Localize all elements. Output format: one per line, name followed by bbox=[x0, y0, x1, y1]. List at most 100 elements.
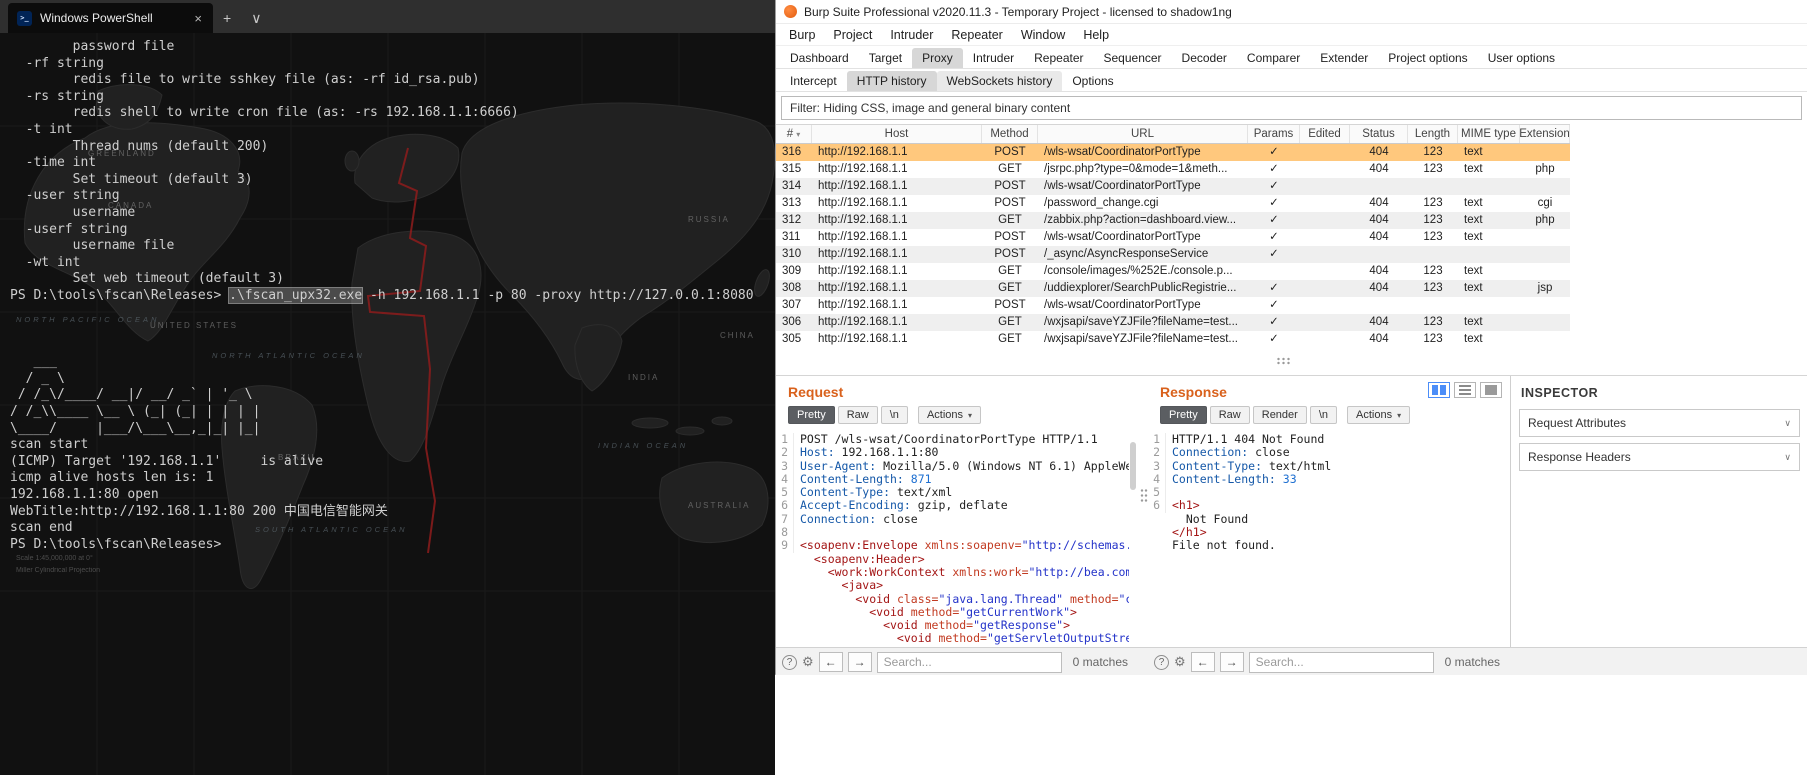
tab-sequencer[interactable]: Sequencer bbox=[1094, 48, 1172, 68]
tab-dashboard[interactable]: Dashboard bbox=[780, 48, 859, 68]
tab-dropdown-icon[interactable]: ∨ bbox=[241, 3, 271, 33]
subtab-intercept[interactable]: Intercept bbox=[780, 71, 847, 91]
cell-url: /wls-wsat/CoordinatorPortType bbox=[1044, 180, 1201, 192]
sort-icon: ▾ bbox=[796, 129, 801, 139]
tab-comparer[interactable]: Comparer bbox=[1237, 48, 1310, 68]
cell-status bbox=[1350, 297, 1408, 314]
tab-target[interactable]: Target bbox=[859, 48, 912, 68]
help-icon[interactable]: ? bbox=[1154, 654, 1169, 670]
history-row-313[interactable]: 313 http://192.168.1.1 POST/password_chang… bbox=[776, 195, 1570, 212]
layout-single-button[interactable] bbox=[1480, 382, 1502, 398]
settings-gear-icon[interactable]: ⚙ bbox=[802, 654, 814, 670]
tab-project-options[interactable]: Project options bbox=[1378, 48, 1477, 68]
cell-edited bbox=[1300, 161, 1350, 178]
search-prev-button[interactable]: ← bbox=[818, 652, 843, 672]
inspector-section-response-headers[interactable]: Response Headers ∨ bbox=[1519, 443, 1800, 471]
editor-tab-pretty[interactable]: Pretty bbox=[1160, 406, 1207, 424]
search-next-button[interactable]: → bbox=[1219, 652, 1244, 672]
column-header-id[interactable]: # ▾ bbox=[776, 125, 812, 143]
column-header-host[interactable]: Host bbox=[812, 125, 982, 143]
column-header-length[interactable]: Length bbox=[1408, 125, 1458, 143]
inspector-sections: Request Attributes ∨ Response Headers ∨ bbox=[1511, 409, 1807, 471]
history-row-315[interactable]: 315 http://192.168.1.1 GET/jsrpc.php?type=… bbox=[776, 161, 1570, 178]
terminal-line: Set timeout (default 3) bbox=[10, 171, 253, 187]
menu-window[interactable]: Window bbox=[1012, 28, 1074, 42]
editor-tab-raw[interactable]: Raw bbox=[1209, 406, 1250, 424]
column-header-edited[interactable]: Edited bbox=[1300, 125, 1350, 143]
column-header-ext[interactable]: Extension bbox=[1520, 125, 1570, 143]
history-row-309[interactable]: 309 http://192.168.1.1 GET/console/images/… bbox=[776, 263, 1570, 280]
cell-length: 123 bbox=[1423, 265, 1443, 277]
cell-mime: text bbox=[1464, 333, 1483, 345]
new-tab-icon[interactable]: + bbox=[213, 3, 241, 33]
tab-user-options[interactable]: User options bbox=[1478, 48, 1565, 68]
column-header-mime[interactable]: MIME type bbox=[1458, 125, 1520, 143]
inspector-section-request-attributes[interactable]: Request Attributes ∨ bbox=[1519, 409, 1800, 437]
code-line: <void method="getServletOutputStre bbox=[800, 631, 1129, 645]
column-header-url[interactable]: URL bbox=[1038, 125, 1248, 143]
history-row-307[interactable]: 307 http://192.168.1.1 POST/wls-wsat/Coord… bbox=[776, 297, 1570, 314]
filter-wrap: Filter: Hiding CSS, image and general bi… bbox=[776, 92, 1807, 124]
layout-columns-button[interactable] bbox=[1428, 382, 1450, 398]
help-icon[interactable]: ? bbox=[782, 654, 797, 670]
subtab-options[interactable]: Options bbox=[1062, 71, 1123, 91]
editor-tab-raw[interactable]: Raw bbox=[837, 406, 878, 424]
menu-project[interactable]: Project bbox=[824, 28, 881, 42]
subtab-websockets-history[interactable]: WebSockets history bbox=[936, 71, 1063, 91]
tab-extender[interactable]: Extender bbox=[1310, 48, 1378, 68]
response-editor[interactable]: 1 HTTP/1.1 404 Not Found 2 Connection: clos… bbox=[1148, 433, 1501, 645]
response-search-input[interactable] bbox=[1248, 651, 1434, 673]
close-tab-icon[interactable]: × bbox=[192, 11, 204, 26]
layout-rows-button[interactable] bbox=[1454, 382, 1476, 398]
vertical-splitter-handle[interactable] bbox=[1140, 488, 1148, 504]
column-header-method[interactable]: Method bbox=[982, 125, 1038, 143]
search-next-button[interactable]: → bbox=[847, 652, 872, 672]
terminal-body[interactable]: GREENLAND CANADA RUSSIA UNITED STATES CHINA I… bbox=[0, 33, 775, 775]
request-scrollbar-thumb[interactable] bbox=[1130, 442, 1136, 490]
history-row-308[interactable]: 308 http://192.168.1.1 GET/uddiexplorer/Se… bbox=[776, 280, 1570, 297]
cell-length bbox=[1408, 246, 1458, 263]
tab-repeater[interactable]: Repeater bbox=[1024, 48, 1093, 68]
cell-ext bbox=[1520, 144, 1570, 161]
menu-intruder[interactable]: Intruder bbox=[881, 28, 942, 42]
code-line: <work:WorkContext xmlns:work="http://bea… bbox=[800, 564, 1129, 579]
history-row-312[interactable]: 312 http://192.168.1.1 GET/zabbix.php?acti… bbox=[776, 212, 1570, 229]
cell-length: 123 bbox=[1423, 163, 1443, 175]
editor-tab-pretty[interactable]: Pretty bbox=[788, 406, 835, 424]
tab-intruder[interactable]: Intruder bbox=[963, 48, 1024, 68]
editor-tab-n[interactable]: \n bbox=[880, 406, 908, 424]
history-table-header: # ▾ Host Method URL Params Edited Status Length M… bbox=[776, 124, 1570, 144]
cell-id: 306 bbox=[782, 316, 802, 328]
cell-ext bbox=[1520, 297, 1570, 314]
cell-host: http://192.168.1.1 bbox=[818, 316, 908, 328]
column-header-params[interactable]: Params bbox=[1248, 125, 1300, 143]
cell-id: 308 bbox=[782, 282, 802, 294]
response-actions-button[interactable]: Actions ▾ bbox=[1347, 406, 1411, 424]
code-line: <java> bbox=[800, 578, 884, 593]
history-row-311[interactable]: 311 http://192.168.1.1 POST/wls-wsat/Coord… bbox=[776, 229, 1570, 246]
history-row-314[interactable]: 314 http://192.168.1.1 POST/wls-wsat/Coord… bbox=[776, 178, 1570, 195]
terminal-tab[interactable]: >_ Windows PowerShell × bbox=[8, 3, 213, 33]
menu-help[interactable]: Help bbox=[1074, 28, 1118, 42]
menu-burp[interactable]: Burp bbox=[780, 28, 824, 42]
editor-tab-render[interactable]: Render bbox=[1252, 406, 1307, 424]
filter-bar[interactable]: Filter: Hiding CSS, image and general bi… bbox=[781, 96, 1802, 120]
cell-id: 305 bbox=[782, 333, 802, 345]
history-row-316[interactable]: 316 http://192.168.1.1 POST/wls-wsat/Coord… bbox=[776, 144, 1570, 161]
request-search-input[interactable] bbox=[876, 651, 1062, 673]
tab-decoder[interactable]: Decoder bbox=[1172, 48, 1237, 68]
code-line: 7 Connection: close bbox=[776, 512, 1129, 527]
column-header-status[interactable]: Status bbox=[1350, 125, 1408, 143]
request-actions-button[interactable]: Actions ▾ bbox=[917, 406, 982, 424]
history-row-306[interactable]: 306 http://192.168.1.1 GET/wxjsapi/saveYZJ… bbox=[776, 314, 1570, 331]
horizontal-splitter-handle[interactable] bbox=[1276, 357, 1292, 365]
request-editor[interactable]: 1 POST /wls-wsat/CoordinatorPortType HTTP… bbox=[776, 433, 1129, 645]
tab-proxy[interactable]: Proxy bbox=[912, 48, 963, 68]
subtab-http-history[interactable]: HTTP history bbox=[846, 71, 937, 91]
search-prev-button[interactable]: ← bbox=[1190, 652, 1215, 672]
menu-repeater[interactable]: Repeater bbox=[942, 28, 1011, 42]
editor-tab-n[interactable]: \n bbox=[1309, 406, 1338, 424]
settings-gear-icon[interactable]: ⚙ bbox=[1174, 654, 1186, 670]
history-row-310[interactable]: 310 http://192.168.1.1 POST /_async/AsyncRe… bbox=[776, 246, 1570, 263]
history-row-305[interactable]: 305 http://192.168.1.1 GET/wxjsapi/saveYZJ… bbox=[776, 331, 1570, 348]
